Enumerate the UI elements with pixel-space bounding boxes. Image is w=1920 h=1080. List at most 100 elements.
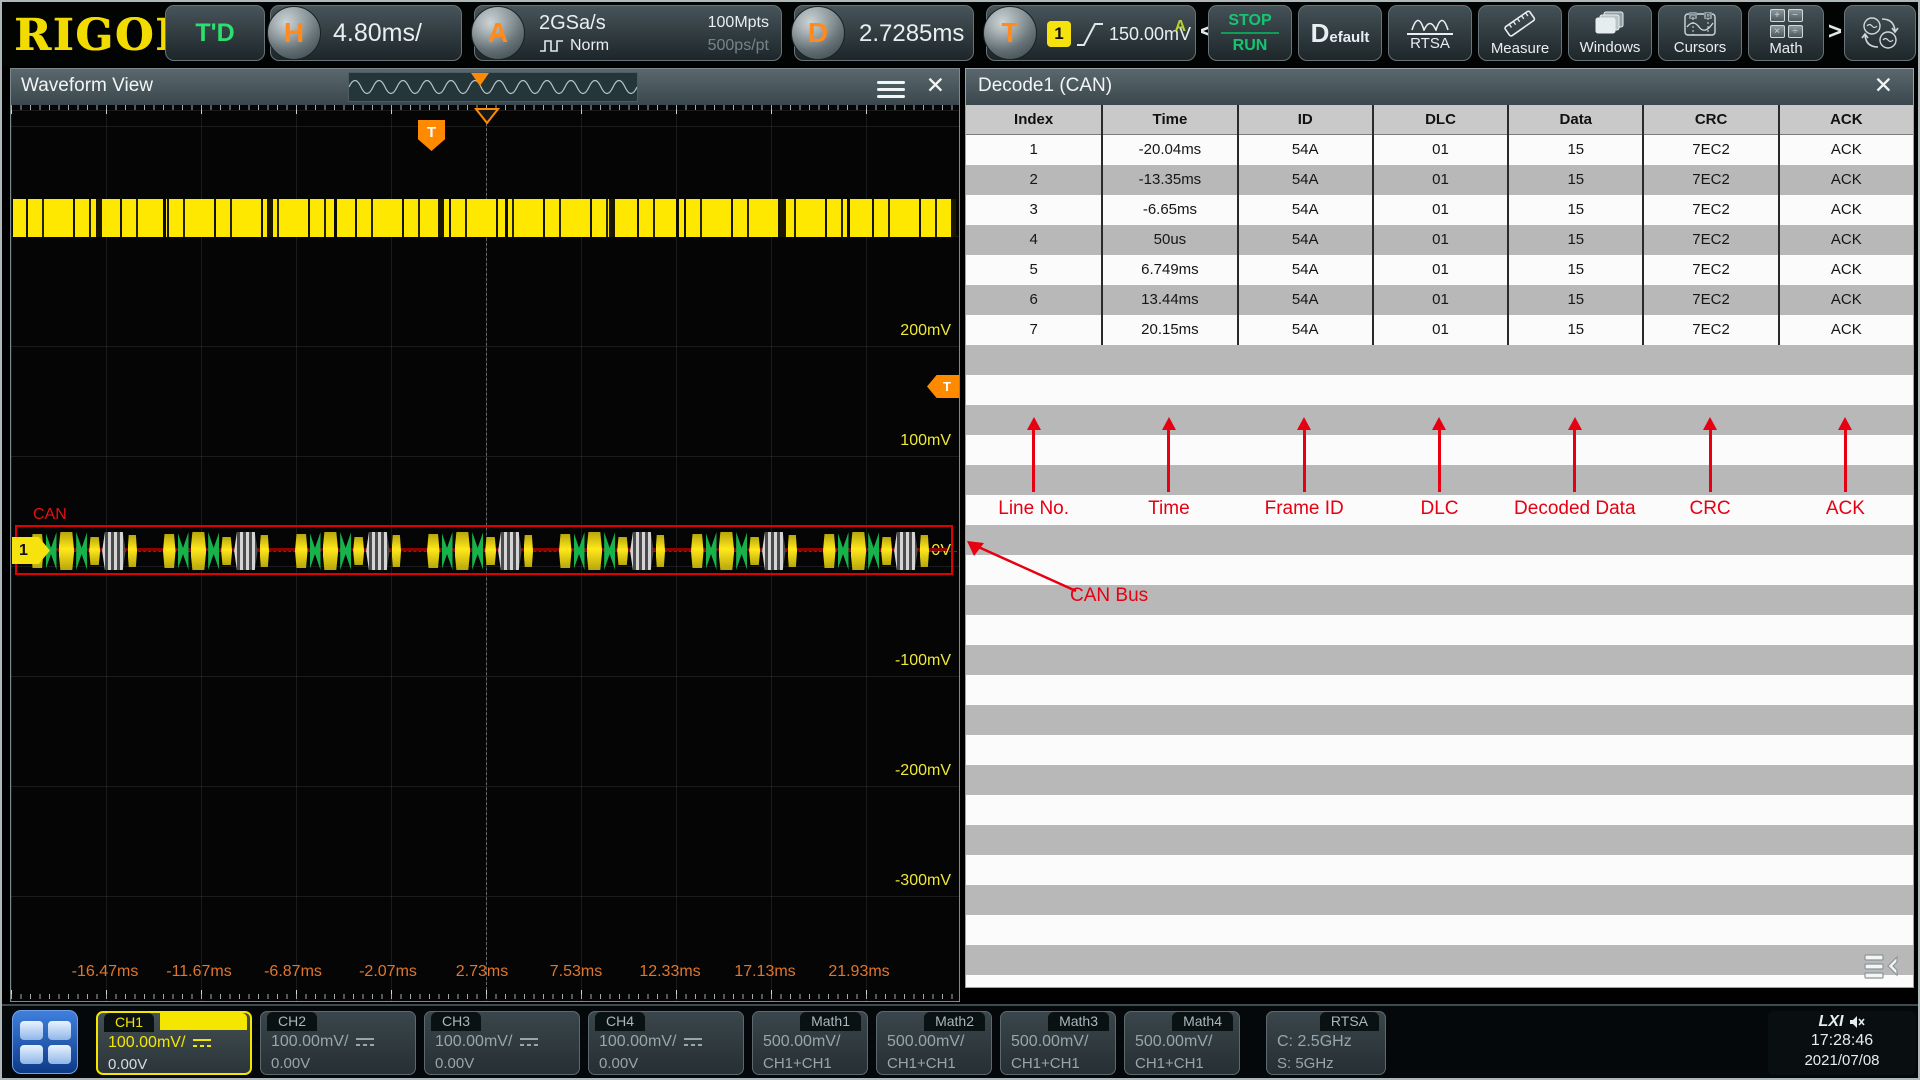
cell[interactable]: 15 — [1507, 165, 1642, 195]
math1-expr: CH1+CH1 — [763, 1055, 832, 1072]
math2-tab[interactable]: Math2 — [924, 1012, 985, 1031]
cursors-button[interactable]: A B Cursors — [1658, 5, 1742, 61]
cell[interactable]: 54A — [1237, 135, 1372, 165]
ch4-tab[interactable]: CH4 — [595, 1012, 645, 1031]
rtsa-button[interactable]: RTSA — [1388, 5, 1472, 61]
overview-position-marker[interactable] — [471, 73, 489, 86]
cell[interactable]: ACK — [1778, 315, 1913, 345]
cell[interactable]: 54A — [1237, 285, 1372, 315]
decode-rows[interactable]: 1-20.04ms54A01157EC2ACK 2-13.35ms54A0115… — [966, 135, 1913, 345]
horizontal-scale: 4.80ms/ — [333, 19, 422, 48]
cell[interactable]: ACK — [1778, 165, 1913, 195]
cell[interactable]: ACK — [1778, 135, 1913, 165]
math2-card[interactable]: Math2 500.00mV/ CH1+CH1 — [876, 1011, 992, 1075]
horizontal-badge[interactable]: H — [267, 6, 321, 60]
math4-tab[interactable]: Math4 — [1172, 1012, 1233, 1031]
horizontal-control[interactable]: H 4.80ms/ — [270, 5, 462, 61]
t-label: 21.93ms — [813, 963, 905, 981]
cell[interactable]: 7EC2 — [1642, 165, 1777, 195]
cell[interactable]: 50us — [1101, 225, 1236, 255]
apps-grid-button[interactable] — [12, 1010, 78, 1074]
cell[interactable]: 01 — [1372, 315, 1507, 345]
cell[interactable]: ACK — [1778, 285, 1913, 315]
math1-tab[interactable]: Math1 — [800, 1012, 861, 1031]
cell[interactable]: -6.65ms — [1101, 195, 1236, 225]
cell[interactable]: ACK — [1778, 195, 1913, 225]
cell[interactable]: 7EC2 — [1642, 225, 1777, 255]
cell[interactable]: 6 — [966, 285, 1101, 315]
acquire-control[interactable]: A 2GSa/s Norm 100Mpts 500ps/pt — [474, 5, 782, 61]
ch3-tab[interactable]: CH3 — [431, 1012, 481, 1031]
trigger-control[interactable]: T 1 150.00mV A — [986, 5, 1196, 61]
waveform-menu-icon[interactable] — [877, 77, 905, 102]
cell[interactable]: 3 — [966, 195, 1101, 225]
cell[interactable]: 5 — [966, 255, 1101, 285]
cell[interactable]: 54A — [1237, 315, 1372, 345]
cell[interactable]: -13.35ms — [1101, 165, 1236, 195]
source-swap-button[interactable] — [1844, 5, 1916, 61]
table-collapse-icon[interactable] — [1863, 953, 1901, 981]
trigger-position-outline-marker[interactable] — [474, 107, 500, 125]
toolbar-expand-chevron[interactable]: > — [1828, 18, 1842, 46]
cell[interactable]: 01 — [1372, 165, 1507, 195]
cell[interactable]: ACK — [1778, 255, 1913, 285]
ch1-card[interactable]: CH1 100.00mV/ 0.00V — [96, 1011, 252, 1075]
waveform-close-icon[interactable]: ✕ — [926, 72, 945, 99]
stop-run-button[interactable]: STOP RUN — [1208, 5, 1292, 61]
cell[interactable]: 01 — [1372, 225, 1507, 255]
math3-tab[interactable]: Math3 — [1048, 1012, 1109, 1031]
cell[interactable]: 01 — [1372, 195, 1507, 225]
math1-card[interactable]: Math1 500.00mV/ CH1+CH1 — [752, 1011, 868, 1075]
decode-close-icon[interactable]: ✕ — [1874, 72, 1893, 99]
cell[interactable]: 6.749ms — [1101, 255, 1236, 285]
trigger-badge[interactable]: T — [983, 6, 1037, 60]
cell[interactable]: 7EC2 — [1642, 135, 1777, 165]
cell[interactable]: 15 — [1507, 255, 1642, 285]
math-button[interactable]: +−×÷ Math — [1748, 5, 1824, 61]
cell[interactable]: 13.44ms — [1101, 285, 1236, 315]
lxi-logo: LXI — [1819, 1013, 1844, 1031]
default-button[interactable]: Default — [1298, 5, 1382, 61]
measure-button[interactable]: Measure — [1478, 5, 1562, 61]
timebase-overview-strip[interactable] — [348, 72, 638, 102]
cell[interactable]: 54A — [1237, 225, 1372, 255]
v-label: 100mV — [871, 432, 951, 450]
cell[interactable]: -20.04ms — [1101, 135, 1236, 165]
cell[interactable]: 15 — [1507, 285, 1642, 315]
cell[interactable]: 4 — [966, 225, 1101, 255]
cell[interactable]: 01 — [1372, 135, 1507, 165]
system-info-block[interactable]: LXI 17:28:46 2021/07/08 — [1768, 1011, 1916, 1075]
delay-badge[interactable]: D — [791, 6, 845, 60]
acquire-badge[interactable]: A — [471, 6, 525, 60]
cell[interactable]: 54A — [1237, 255, 1372, 285]
cell[interactable]: 2 — [966, 165, 1101, 195]
cell[interactable]: 15 — [1507, 135, 1642, 165]
cell[interactable]: 01 — [1372, 255, 1507, 285]
cell[interactable]: 1 — [966, 135, 1101, 165]
rtsa-card[interactable]: RTSA C: 2.5GHz S: 5GHz — [1266, 1011, 1386, 1075]
math4-card[interactable]: Math4 500.00mV/ CH1+CH1 — [1124, 1011, 1240, 1075]
ch2-tab[interactable]: CH2 — [267, 1012, 317, 1031]
cell[interactable]: 15 — [1507, 315, 1642, 345]
delay-control[interactable]: D 2.7285ms — [794, 5, 974, 61]
rtsa-tab[interactable]: RTSA — [1320, 1012, 1379, 1031]
cell[interactable]: 20.15ms — [1101, 315, 1236, 345]
math3-card[interactable]: Math3 500.00mV/ CH1+CH1 — [1000, 1011, 1116, 1075]
cell[interactable]: 54A — [1237, 195, 1372, 225]
windows-button[interactable]: Windows — [1568, 5, 1652, 61]
cell[interactable]: 01 — [1372, 285, 1507, 315]
ch2-card[interactable]: CH2 100.00mV/ 0.00V — [260, 1011, 416, 1075]
cell[interactable]: 15 — [1507, 225, 1642, 255]
ch3-card[interactable]: CH3 100.00mV/ 0.00V — [424, 1011, 580, 1075]
ch4-card[interactable]: CH4 100.00mV/ 0.00V — [588, 1011, 744, 1075]
cell[interactable]: 7EC2 — [1642, 255, 1777, 285]
cell[interactable]: 7 — [966, 315, 1101, 345]
cell[interactable]: 7EC2 — [1642, 315, 1777, 345]
cell[interactable]: 7EC2 — [1642, 285, 1777, 315]
ch1-tab[interactable]: CH1 — [104, 1013, 154, 1032]
cell[interactable]: 54A — [1237, 165, 1372, 195]
cell[interactable]: 7EC2 — [1642, 195, 1777, 225]
trigger-status[interactable]: T'D — [165, 5, 265, 61]
cell[interactable]: ACK — [1778, 225, 1913, 255]
cell[interactable]: 15 — [1507, 195, 1642, 225]
